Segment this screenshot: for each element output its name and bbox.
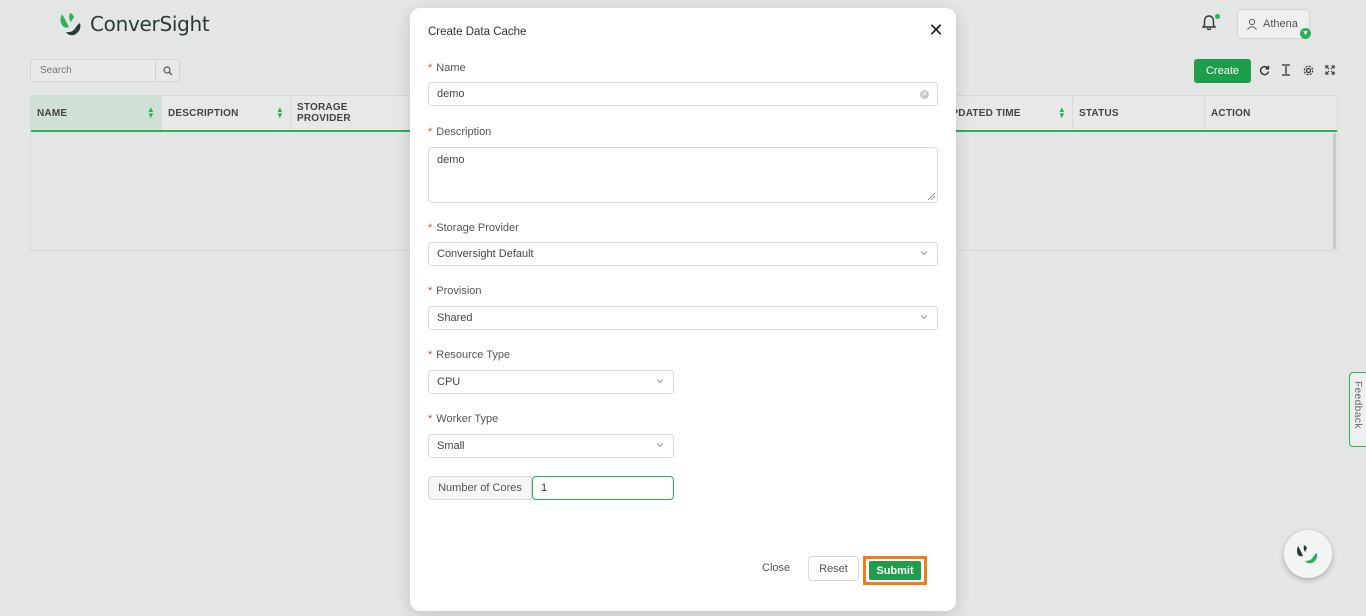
worker-type-label: * Worker Type [428, 413, 499, 425]
user-menu[interactable]: Athena [1237, 9, 1310, 39]
sort-icon[interactable]: ▲ ▼ [276, 106, 284, 120]
chevron-down-icon [920, 251, 928, 256]
column-header-description[interactable]: DESCRIPTION ▲ ▼ [162, 96, 291, 130]
description-field[interactable]: demo [428, 147, 938, 203]
settings-gear-icon[interactable] [1301, 62, 1315, 78]
provision-label: * Provision [428, 285, 482, 297]
reset-button[interactable]: Reset [808, 556, 859, 581]
chevron-down-icon [656, 379, 664, 384]
create-button[interactable]: Create [1194, 59, 1251, 83]
clear-input-icon[interactable]: ✕ [920, 90, 929, 99]
resize-handle-icon[interactable] [928, 193, 935, 200]
chevron-down-icon [920, 315, 928, 320]
column-header-storage-provider[interactable]: STORAGE PROVIDER [291, 96, 411, 130]
resource-type-label: * Resource Type [428, 349, 511, 361]
chat-assistant-button[interactable] [1284, 530, 1332, 578]
column-header-status[interactable]: STATUS [1073, 96, 1205, 130]
dialog-title: Create Data Cache [428, 26, 527, 38]
table-tools [1257, 62, 1337, 78]
number-of-cores-group: Number of Cores 1 [428, 476, 674, 500]
user-caret-icon[interactable]: ▼ [1300, 28, 1311, 39]
resource-type-select[interactable]: CPU [428, 370, 674, 394]
sort-icon[interactable]: ▲ ▼ [1058, 106, 1066, 120]
storage-provider-select[interactable]: Conversight Default [428, 242, 938, 266]
chat-logo-icon [1297, 545, 1318, 564]
column-header-action[interactable]: ACTION [1205, 96, 1337, 130]
column-header-updated-time[interactable]: UPDATED TIME ▲ ▼ [943, 96, 1073, 130]
brand-name: ConverSight [90, 12, 210, 36]
feedback-tab[interactable]: Feedback [1349, 372, 1366, 447]
create-data-cache-dialog: Create Data Cache ✕ * Name demo ✕ * Descri… [410, 8, 956, 611]
storage-provider-label: * Storage Provider [428, 222, 519, 234]
search-input[interactable] [30, 59, 156, 82]
table-scrollbar[interactable] [1333, 133, 1336, 249]
number-of-cores-input[interactable]: 1 [532, 476, 674, 500]
user-name: Athena [1263, 18, 1298, 30]
notification-bell-icon[interactable] [1200, 14, 1220, 34]
fullscreen-icon[interactable] [1323, 62, 1337, 78]
provision-select[interactable]: Shared [428, 306, 938, 330]
close-button[interactable]: Close [762, 562, 790, 574]
column-header-name[interactable]: NAME ▲ ▼ [31, 96, 162, 130]
feedback-label: Feedback [1352, 381, 1363, 429]
submit-highlight: Submit [863, 556, 927, 585]
worker-type-select[interactable]: Small [428, 434, 674, 458]
refresh-icon[interactable] [1257, 62, 1271, 78]
search-bar [30, 59, 180, 82]
app-logo[interactable]: ConverSight [58, 11, 210, 37]
notification-dot [1215, 14, 1220, 19]
chevron-down-icon [656, 443, 664, 448]
name-field[interactable]: demo ✕ [428, 82, 938, 106]
user-icon [1247, 18, 1257, 30]
submit-button[interactable]: Submit [869, 561, 921, 580]
logo-icon [58, 11, 84, 37]
number-of-cores-label: Number of Cores [428, 476, 532, 500]
search-icon[interactable] [156, 59, 180, 82]
name-label: * Name [428, 62, 466, 74]
description-label: * Description [428, 126, 492, 138]
close-icon[interactable]: ✕ [928, 21, 944, 39]
sort-icon[interactable]: ▲ ▼ [147, 106, 155, 120]
column-height-icon[interactable] [1279, 62, 1293, 78]
